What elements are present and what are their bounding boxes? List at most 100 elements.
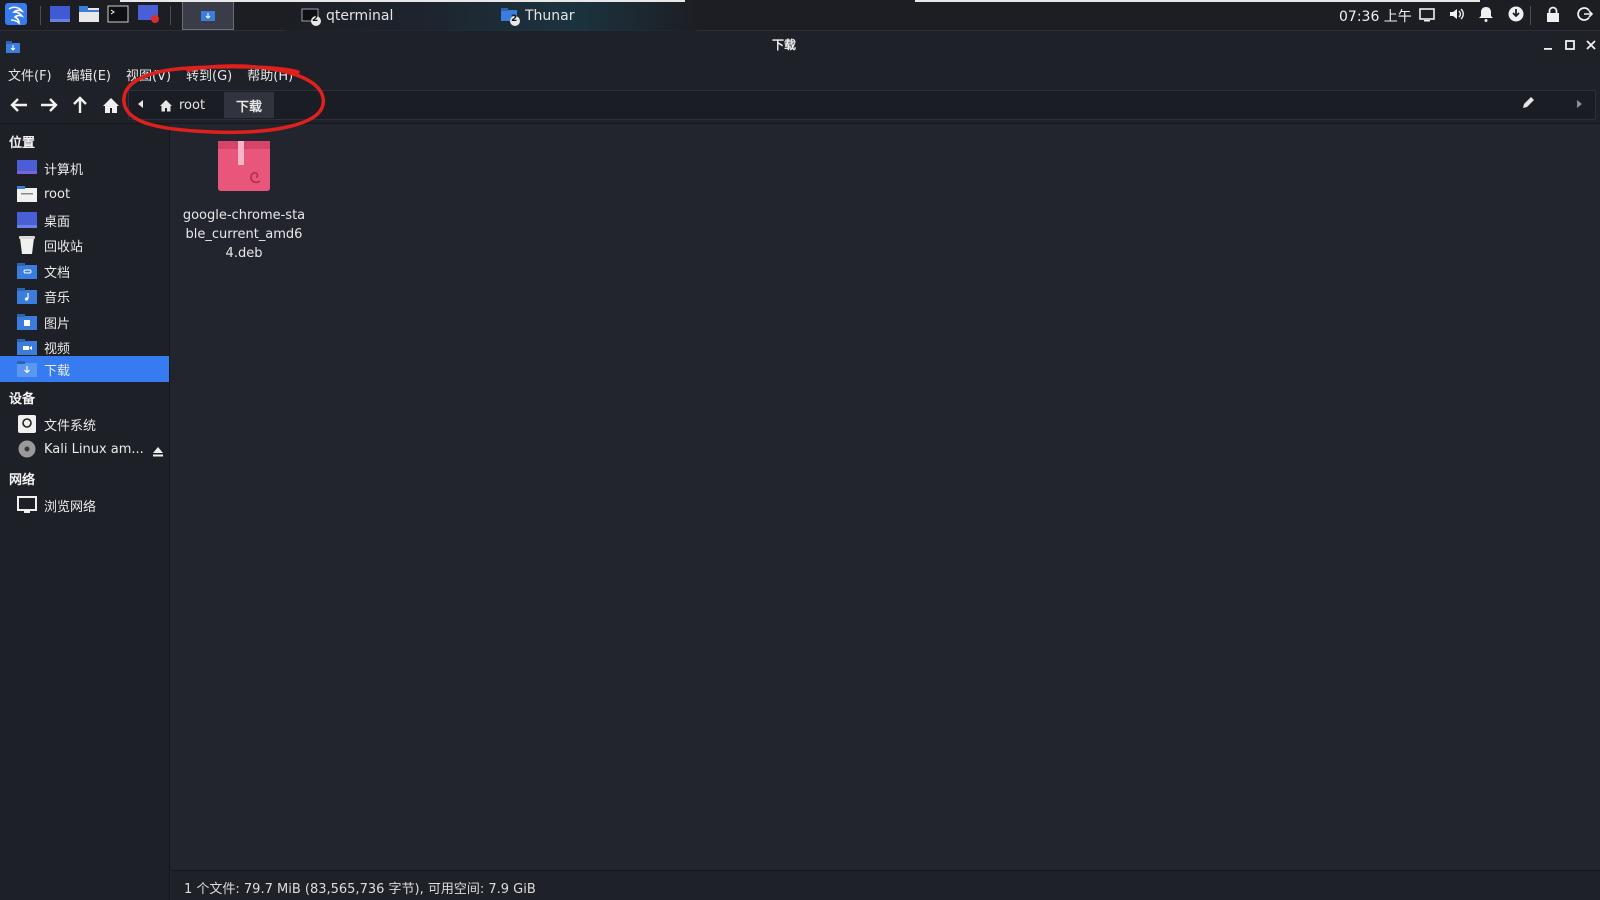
deb-package-icon [216, 137, 272, 197]
eject-icon[interactable] [152, 443, 164, 462]
screen-record-icon [137, 4, 161, 28]
parent-folder-button[interactable] [69, 96, 91, 118]
folder-icon [78, 5, 100, 27]
minimize-icon [1543, 35, 1553, 54]
logout-icon [1577, 6, 1594, 26]
window-indicator-line [120, 0, 685, 2]
sidebar-item-computer[interactable]: 计算机 [0, 155, 169, 181]
taskbar-item-thunar[interactable]: 2 Thunar [500, 3, 575, 28]
toolbar: root 下载 [0, 88, 1600, 124]
volume-tray-button[interactable] [1446, 5, 1468, 27]
window-indicator-line [915, 0, 1480, 2]
chevron-right-icon [1576, 98, 1584, 113]
minimize-button[interactable] [1541, 37, 1555, 51]
sidebar-item-desktop[interactable]: 桌面 [0, 207, 169, 233]
terminal-launcher[interactable] [106, 2, 130, 29]
sidebar-item-kali-disc[interactable]: Kali Linux am... [0, 436, 169, 462]
logout-button[interactable] [1574, 5, 1596, 27]
chevron-left-icon [136, 98, 144, 113]
sidebar-item-label: 图片 [44, 316, 71, 332]
home-icon [102, 97, 120, 118]
menu-file[interactable]: 文件(F) [8, 63, 52, 84]
arrow-left-icon [10, 97, 28, 117]
menu-edit[interactable]: 编辑(E) [67, 63, 111, 84]
path-crumb-root[interactable]: root [159, 92, 205, 118]
updates-tray-button[interactable] [1505, 5, 1527, 27]
sidebar-item-trash[interactable]: 回收站 [0, 232, 169, 258]
folder-icon: 2 [500, 6, 520, 26]
screen-recorder-launcher[interactable] [136, 2, 162, 29]
panel-separator [40, 6, 41, 25]
sidebar: 位置 计算机 root 桌面 回收站 文档 音乐 图片 视频 下载 设备 文件系… [0, 124, 170, 900]
desktop-icon [49, 5, 71, 27]
window-title: 下载 [771, 38, 796, 52]
downloads-folder-icon [17, 360, 37, 378]
forward-button[interactable] [38, 96, 60, 118]
window-titlebar[interactable]: 下载 [0, 31, 1600, 58]
file-view[interactable]: google-chrome-stable_current_amd64.deb [171, 125, 1600, 870]
display-tray-button[interactable] [1416, 5, 1438, 27]
sidebar-item-documents[interactable]: 文档 [0, 258, 169, 284]
menu-help[interactable]: 帮助(H) [247, 63, 293, 84]
kali-menu-button[interactable] [2, 2, 29, 29]
lock-icon [1546, 6, 1560, 26]
task-count-badge: 2 [511, 13, 518, 24]
home-button[interactable] [100, 96, 122, 118]
terminal-icon [107, 5, 129, 27]
show-desktop-launcher[interactable] [48, 2, 72, 29]
sidebar-item-browse-network[interactable]: 浏览网络 [0, 492, 169, 518]
trash-icon [17, 236, 37, 254]
terminal-icon: 2 [301, 6, 321, 26]
sidebar-item-label: 桌面 [44, 214, 71, 230]
music-folder-icon [17, 287, 37, 305]
workspace-1[interactable] [182, 1, 234, 30]
sidebar-item-pictures[interactable]: 图片 [0, 309, 169, 335]
edit-location-button[interactable] [1517, 92, 1539, 118]
statusbar: 1 个文件: 79.7 MiB (83,565,736 字节), 可用空间: 7… [171, 870, 1600, 900]
home-icon [159, 99, 173, 112]
maximize-icon [1565, 35, 1575, 54]
sidebar-item-label: Kali Linux am... [44, 441, 144, 457]
path-scroll-left-button[interactable] [131, 92, 149, 118]
menu-view[interactable]: 视图(V) [126, 63, 171, 84]
videos-folder-icon [17, 338, 37, 356]
sidebar-section-places: 位置 [9, 136, 36, 151]
menu-go[interactable]: 转到(G) [186, 63, 232, 84]
sidebar-item-label: 浏览网络 [44, 499, 97, 515]
sidebar-item-downloads[interactable]: 下载 [0, 356, 169, 382]
sidebar-item-label: 下载 [44, 363, 71, 379]
update-download-icon [1508, 6, 1524, 26]
sidebar-item-root[interactable]: root [0, 181, 169, 207]
file-manager-launcher[interactable] [77, 2, 101, 29]
path-scroll-right-button[interactable] [1571, 92, 1589, 118]
sidebar-item-label: 文档 [44, 265, 71, 281]
sidebar-item-label: 文件系统 [44, 418, 97, 434]
sidebar-item-label: root [44, 186, 71, 202]
maximize-button[interactable] [1563, 37, 1577, 51]
workspace-window-thumb-icon [201, 6, 215, 25]
network-icon [17, 496, 37, 514]
close-icon [1586, 35, 1596, 54]
bell-icon [1478, 6, 1494, 26]
panel-separator [170, 6, 171, 25]
back-button[interactable] [8, 96, 30, 118]
file-item[interactable]: google-chrome-stable_current_amd64.deb [179, 137, 309, 263]
desktop-folder-icon [17, 211, 37, 229]
sidebar-item-label: 计算机 [44, 162, 84, 178]
taskbar-item-qterminal[interactable]: 2 qterminal [301, 3, 393, 28]
speaker-icon [1448, 6, 1466, 26]
close-button[interactable] [1584, 37, 1598, 51]
path-crumb-label: 下载 [236, 99, 263, 115]
panel-separator [1530, 6, 1531, 25]
notifications-tray-button[interactable] [1475, 5, 1497, 27]
computer-icon [17, 159, 37, 177]
panel-clock[interactable]: 07:36 上午 [1339, 6, 1412, 26]
sidebar-item-filesystem[interactable]: 文件系统 [0, 411, 169, 437]
task-label: qterminal [326, 7, 394, 24]
sidebar-item-label: 音乐 [44, 290, 71, 306]
home-folder-icon [17, 185, 37, 203]
lock-screen-button[interactable] [1542, 5, 1564, 27]
sidebar-item-music[interactable]: 音乐 [0, 283, 169, 309]
path-crumb-current[interactable]: 下载 [224, 92, 275, 118]
task-label: Thunar [525, 7, 575, 24]
